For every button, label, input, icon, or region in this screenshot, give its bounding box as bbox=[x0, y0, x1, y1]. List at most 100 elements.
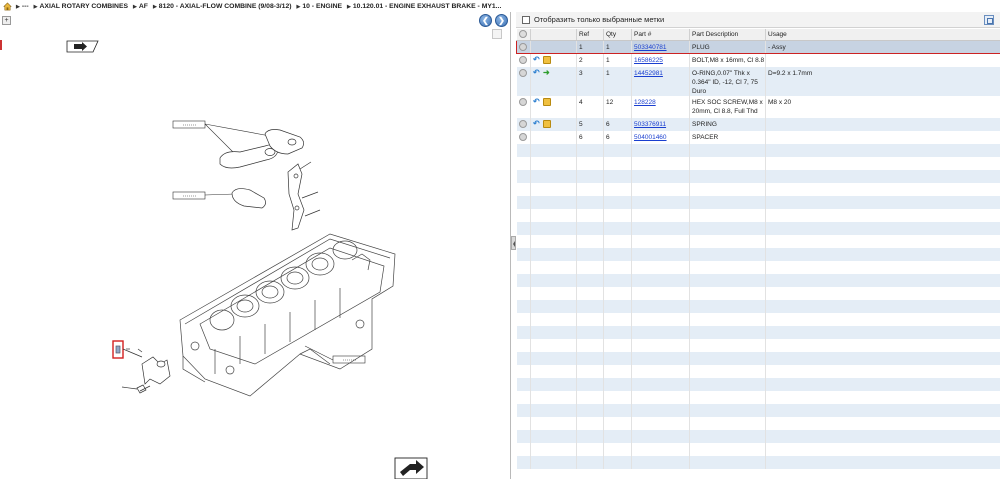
breadcrumb-item-exhaust-brake[interactable]: 10.120.01 - ENGINE EXHAUST BRAKE - MY1..… bbox=[347, 3, 501, 10]
empty-row bbox=[516, 247, 1000, 261]
empty-cell bbox=[765, 208, 1000, 222]
empty-cell bbox=[603, 234, 632, 248]
next-page-icon[interactable] bbox=[394, 457, 428, 479]
package-icon[interactable] bbox=[543, 97, 551, 106]
part-number-cell[interactable]: 503376911 bbox=[631, 117, 690, 131]
replacement-icon[interactable]: ↶ bbox=[533, 68, 541, 77]
empty-cell bbox=[516, 351, 531, 365]
ref-cell: 5 bbox=[576, 117, 604, 131]
ref-cell: 6 bbox=[576, 130, 604, 144]
row-select-icon[interactable] bbox=[518, 97, 527, 106]
table-row[interactable]: ↶ ➜ 3 1 14452981 O-RING,0.07" Thk x 0.364" ID… bbox=[516, 66, 1000, 96]
row-select-cell[interactable] bbox=[516, 40, 531, 54]
part-number-cell[interactable]: 14452981 bbox=[631, 66, 690, 96]
replacement-icon[interactable]: ↶ bbox=[533, 97, 541, 106]
row-select-cell[interactable] bbox=[516, 95, 531, 118]
column-header-usage[interactable]: Usage bbox=[765, 29, 1000, 41]
part-number-cell[interactable]: 128228 bbox=[631, 95, 690, 118]
column-header-part-number[interactable]: Part # bbox=[631, 29, 690, 41]
empty-cell bbox=[631, 273, 690, 287]
export-icon[interactable] bbox=[984, 15, 994, 25]
package-icon[interactable] bbox=[543, 56, 551, 64]
part-number-link[interactable]: 504001460 bbox=[634, 134, 667, 141]
part-number-link[interactable]: 16586225 bbox=[634, 57, 663, 64]
row-select-icon[interactable] bbox=[518, 56, 527, 64]
part-number-cell[interactable]: 16586225 bbox=[631, 53, 690, 67]
empty-cell bbox=[530, 442, 577, 456]
package-icon[interactable] bbox=[543, 119, 551, 128]
green-arrow-icon[interactable]: ➜ bbox=[543, 68, 551, 77]
empty-cell bbox=[603, 247, 632, 261]
qty-cell: 12 bbox=[603, 95, 632, 118]
part-number-cell[interactable]: 503340781 bbox=[631, 40, 690, 54]
part-number-cell[interactable]: 504001460 bbox=[631, 130, 690, 144]
select-all-icon[interactable] bbox=[518, 30, 527, 38]
part-number-link[interactable]: 14452981 bbox=[634, 70, 663, 77]
empty-cell bbox=[689, 403, 766, 417]
breadcrumb-item-root[interactable]: --- bbox=[16, 3, 29, 10]
empty-cell bbox=[516, 143, 531, 157]
empty-cell bbox=[516, 169, 531, 183]
replacement-icon[interactable]: ↶ bbox=[533, 56, 541, 64]
home-icon[interactable] bbox=[3, 2, 12, 11]
row-select-icon[interactable] bbox=[518, 68, 527, 77]
empty-cell bbox=[530, 286, 577, 300]
empty-cell bbox=[765, 416, 1000, 430]
table-row[interactable]: ↶ 4 12 128228 HEX SOC SCREW,M8 x 20mm, Cl 8.… bbox=[516, 95, 1000, 118]
table-row[interactable]: ↶ 2 1 16586225 BOLT,M8 x 16mm, Cl 8.8 bbox=[516, 53, 1000, 67]
empty-cell bbox=[603, 416, 632, 430]
breadcrumb-item-8120[interactable]: 8120 - AXIAL-FLOW COMBINE (9/08-3/12) bbox=[153, 3, 292, 10]
column-header-ref[interactable]: Ref bbox=[576, 29, 604, 41]
empty-cell bbox=[689, 429, 766, 443]
empty-cell bbox=[576, 455, 604, 469]
empty-cell bbox=[689, 286, 766, 300]
breadcrumb-item-axial-rotary-combines[interactable]: AXIAL ROTARY COMBINES bbox=[34, 3, 129, 10]
row-select-cell[interactable] bbox=[516, 53, 531, 67]
empty-cell bbox=[516, 221, 531, 235]
empty-cell bbox=[631, 260, 690, 274]
replacement-icon[interactable]: ↶ bbox=[533, 119, 541, 128]
empty-cell bbox=[603, 338, 632, 352]
empty-cell bbox=[765, 260, 1000, 274]
empty-cell bbox=[530, 351, 577, 365]
empty-cell bbox=[689, 416, 766, 430]
empty-cell bbox=[576, 390, 604, 404]
empty-cell bbox=[631, 351, 690, 365]
empty-row bbox=[516, 377, 1000, 391]
icons-column-header bbox=[530, 29, 577, 41]
empty-row bbox=[516, 169, 1000, 183]
table-row[interactable]: ↶ 5 6 503376911 SPRING bbox=[516, 117, 1000, 131]
breadcrumb-item-engine[interactable]: 10 - ENGINE bbox=[297, 3, 342, 10]
empty-cell bbox=[603, 156, 632, 170]
empty-cell bbox=[765, 234, 1000, 248]
empty-row bbox=[516, 455, 1000, 469]
empty-cell bbox=[603, 195, 632, 209]
row-select-icon[interactable] bbox=[519, 43, 527, 51]
parts-list-pane: Отобразить только выбранные метки Ref Qt… bbox=[516, 12, 1000, 479]
row-select-icon[interactable] bbox=[518, 119, 527, 128]
column-header-qty[interactable]: Qty bbox=[603, 29, 632, 41]
exploded-parts-diagram[interactable] bbox=[0, 24, 511, 479]
table-row[interactable]: 6 6 504001460 SPACER bbox=[516, 130, 1000, 144]
row-select-cell[interactable] bbox=[516, 66, 531, 96]
engine-block bbox=[179, 233, 396, 397]
part-number-link[interactable]: 503376911 bbox=[634, 121, 666, 128]
empty-cell bbox=[689, 143, 766, 157]
table-row[interactable]: 1 1 503340781 PLUG - Assy bbox=[516, 40, 1000, 54]
column-header-description[interactable]: Part Description bbox=[689, 29, 766, 41]
row-select-icon[interactable] bbox=[518, 132, 527, 141]
select-all-header[interactable] bbox=[516, 29, 531, 41]
empty-cell bbox=[576, 403, 604, 417]
row-select-cell[interactable] bbox=[516, 117, 531, 131]
row-select-cell[interactable] bbox=[516, 130, 531, 144]
empty-cell bbox=[689, 299, 766, 313]
empty-cell bbox=[631, 364, 690, 378]
breadcrumb-item-af[interactable]: AF bbox=[133, 3, 148, 10]
empty-cell bbox=[689, 156, 766, 170]
empty-cell bbox=[689, 338, 766, 352]
show-selected-only-checkbox[interactable] bbox=[522, 15, 530, 24]
part-number-link[interactable]: 503340781 bbox=[634, 44, 667, 51]
part-number-link[interactable]: 128228 bbox=[634, 99, 656, 106]
view-toggle-icon[interactable] bbox=[66, 40, 99, 53]
empty-cell bbox=[765, 143, 1000, 157]
